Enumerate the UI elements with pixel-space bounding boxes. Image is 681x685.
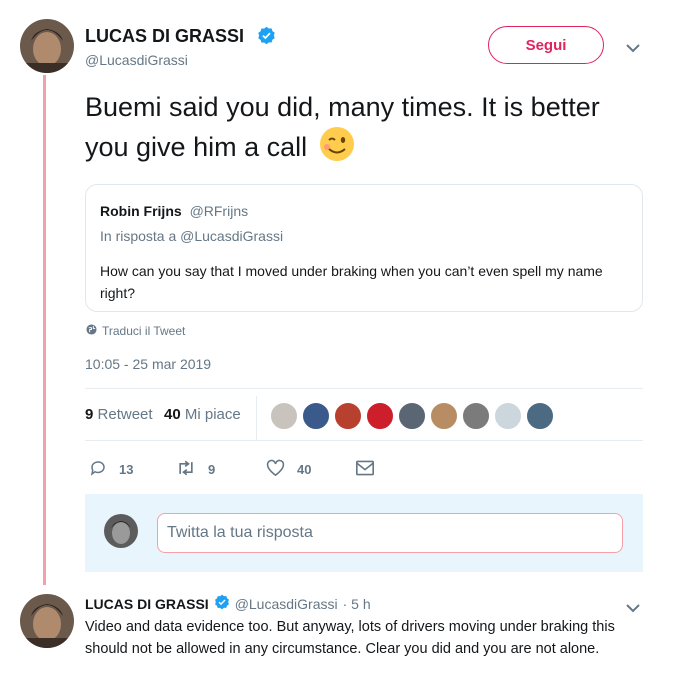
quoted-tweet[interactable]: Robin Frijns @RFrijns In risposta a @Luc… [85,184,643,312]
avatar[interactable] [20,19,74,73]
liker-avatar[interactable] [494,402,522,430]
retweets-count: 9 [85,406,94,423]
retweets-label: Retweet [97,406,153,423]
liker-avatar[interactable] [366,402,394,430]
envelope-icon [356,460,374,479]
translate-label: Traduci il Tweet [102,324,186,338]
heart-icon [266,459,285,480]
liker-avatar[interactable] [270,402,298,430]
verified-badge-icon [257,26,276,50]
tweet-timestamp[interactable]: 10:05 - 25 mar 2019 [85,356,211,372]
liker-avatar[interactable] [430,402,458,430]
avatar[interactable] [20,594,74,648]
quoted-text: How can you say that I moved under braki… [100,263,603,301]
quoted-author-name: Robin Frijns [100,203,182,219]
verified-badge-icon [214,594,230,613]
thread-connector-line [43,75,46,585]
liker-avatar[interactable] [334,402,362,430]
quoted-author-handle: @RFrijns [189,203,249,219]
liker-avatar[interactable] [302,402,330,430]
globe-icon [86,324,97,338]
stats-divider [256,396,257,440]
liker-avatar[interactable] [462,402,490,430]
quoted-reply-to: In risposta a @LucasdiGrassi [100,228,284,244]
divider [85,388,643,389]
retweet-count: 9 [208,462,216,477]
direct-message-button[interactable] [356,460,374,479]
reply-author-name[interactable]: LUCAS DI GRASSI [85,596,209,612]
reply-input[interactable]: Twitta la tua risposta [157,513,623,553]
retweets-stat[interactable]: 9 Retweet [85,406,153,423]
reply-author-handle[interactable]: @LucasdiGrassi [235,596,338,612]
avatar [104,514,138,548]
liker-avatar[interactable] [398,402,426,430]
reply-count: 13 [119,462,134,477]
chevron-down-icon[interactable] [626,40,640,58]
author-name[interactable]: LUCAS DI GRASSI [85,26,244,47]
likes-label: Mi piace [184,406,241,423]
winking-face-emoji-icon [319,126,355,172]
reply-icon [89,459,107,480]
retweet-icon [176,459,196,480]
like-count: 40 [297,462,312,477]
liker-avatar[interactable] [526,402,554,430]
author-handle[interactable]: @LucasdiGrassi [85,52,188,68]
like-button[interactable]: 40 [266,459,311,480]
reply-button[interactable]: 13 [89,459,133,480]
divider [85,440,643,441]
reply-time[interactable]: · 5 h [343,596,371,612]
likes-stat[interactable]: 40 Mi piace [164,406,241,423]
likes-count: 40 [164,406,181,423]
reply-tweet-text: Video and data evidence too. But anyway,… [85,619,615,657]
follow-button[interactable]: Segui [488,26,604,64]
tweet-text: Buemi said you did, many times. It is be… [85,89,645,172]
translate-tweet-link[interactable]: Traduci il Tweet [86,324,185,338]
reply-tweet-header: LUCAS DI GRASSI @LucasdiGrassi · 5 h [85,594,371,613]
retweet-button[interactable]: 9 [176,459,215,480]
